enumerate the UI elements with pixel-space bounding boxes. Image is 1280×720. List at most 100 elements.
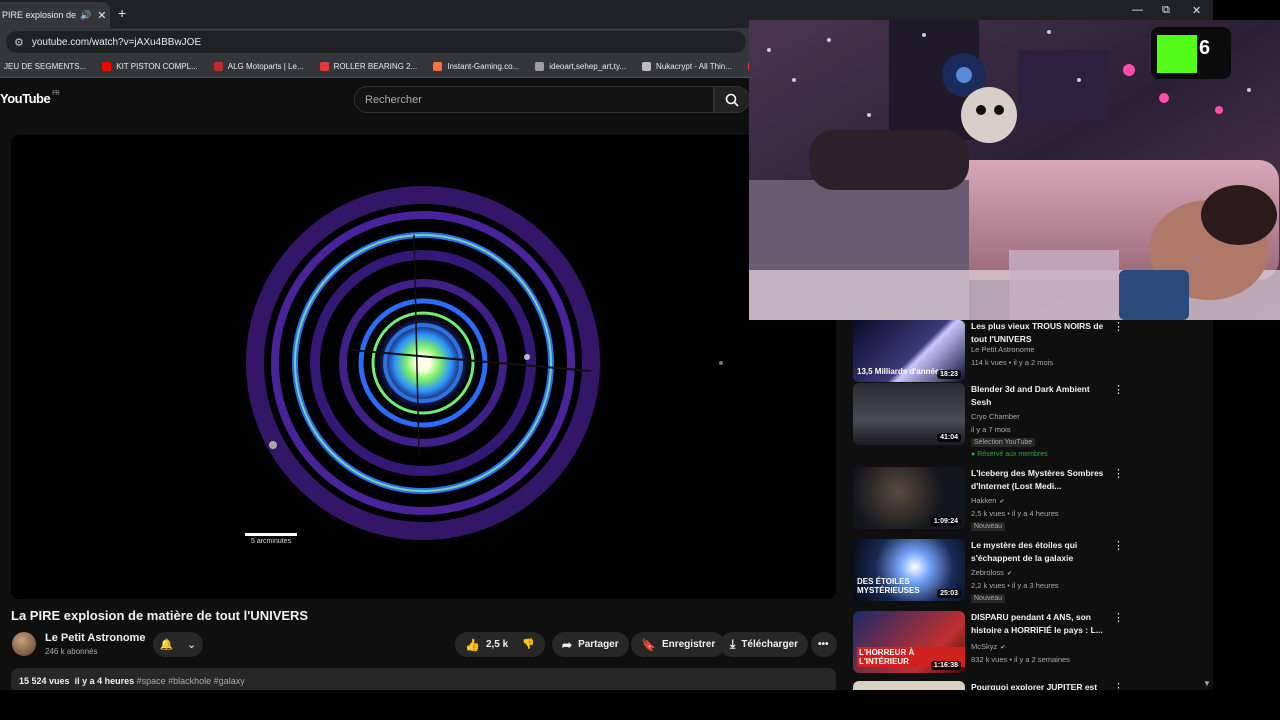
save-button[interactable]: 🔖 Enregistrer <box>631 632 726 657</box>
recommendation-item[interactable]: Pourquoi explorer JUPITER est ⋮ <box>853 681 1133 690</box>
url-text: youtube.com/watch?v=jAXu4BBwJOE <box>31 36 202 48</box>
more-vert-icon[interactable]: ⋮ <box>1113 681 1124 690</box>
bookmark-item[interactable]: ROLLER BEARING 2... <box>319 62 418 71</box>
share-icon: ➦ <box>562 637 573 652</box>
bookmark-item[interactable]: Instant-Gaming.co... <box>433 62 519 71</box>
bookmark-label: Instant-Gaming.co... <box>447 62 520 71</box>
download-button[interactable]: ⤓ Télécharger <box>720 632 809 657</box>
thumbs-down-icon[interactable]: 👎 <box>522 639 534 650</box>
favicon-icon <box>642 62 652 71</box>
recommendation-meta: 832 k vues • il y a 2 semaines <box>971 655 1070 664</box>
recommendation-title[interactable]: Blender 3d and Dark Ambient Sesh <box>971 383 1111 409</box>
channel-name[interactable]: Le Petit Astronome <box>45 632 145 644</box>
search-input[interactable]: Rechercher <box>354 86 714 113</box>
favicon-icon <box>102 62 112 71</box>
site-settings-icon[interactable]: ⚙ <box>14 36 24 49</box>
video-thumbnail[interactable]: DES ÉTOILES MYSTÉRIEUSES 25:03 <box>853 539 965 601</box>
search-button[interactable] <box>714 86 750 113</box>
recommendation-meta: 2,5 k vues • il y a 4 heures <box>971 509 1059 518</box>
bookmark-item[interactable]: ideoart,sehep_art,ty... <box>535 62 626 71</box>
video-thumbnail[interactable]: L'HORREUR À L'INTÉRIEUR 1:16:38 <box>853 611 965 673</box>
hashtags[interactable]: #space #blackhole #galaxy <box>137 676 245 686</box>
tab-title: PIRE explosion de ma <box>2 10 77 20</box>
status-badge: Nouveau <box>971 594 1006 603</box>
recommendation-item[interactable]: L'HORREUR À L'INTÉRIEUR 1:16:38 DISPARU … <box>853 611 1133 673</box>
like-button[interactable]: 👍 2,5 k 👎 <box>455 632 545 657</box>
close-window-button[interactable]: ✕ <box>1192 4 1201 17</box>
scale-bar <box>245 533 297 536</box>
recommendation-item[interactable]: 1:09:24 L'Iceberg des Mystères Sombres d… <box>853 467 1133 531</box>
favicon-icon <box>213 62 223 71</box>
download-icon: ⤓ <box>730 637 736 651</box>
recommendation-item[interactable]: 13,5 Milliards d'années 18:23 Les plus v… <box>853 320 1133 382</box>
new-tab-button[interactable]: + <box>118 5 126 21</box>
channel-avatar[interactable] <box>12 632 36 656</box>
duration-badge: 1:16:38 <box>930 661 961 670</box>
bell-icon: 🔔 <box>159 639 174 651</box>
more-vert-icon[interactable]: ⋮ <box>1113 383 1124 396</box>
share-button[interactable]: ➦ Partager <box>552 632 629 657</box>
kick-logo-icon <box>1157 35 1197 73</box>
bookmark-label: ALG Motoparts | Le... <box>227 62 304 71</box>
bookmark-label: ROLLER BEARING 2... <box>333 62 418 71</box>
favicon-icon <box>535 62 545 71</box>
save-label: Enregistrer <box>661 639 716 650</box>
chevron-down-icon: ⌄ <box>187 639 197 651</box>
bookmark-label: Nukacrypt - All Thin... <box>656 62 732 71</box>
bookmark-item[interactable]: ALG Motoparts | Le... <box>213 62 304 71</box>
recommendation-channel[interactable]: Le Petit Astronome <box>971 345 1034 354</box>
more-vert-icon[interactable]: ⋮ <box>1113 539 1124 552</box>
recommendation-title[interactable]: Le mystère des étoiles qui s'échappent d… <box>971 539 1111 565</box>
favicon-icon <box>319 62 329 71</box>
video-thumbnail[interactable]: 1:09:24 <box>853 467 965 529</box>
description-box[interactable]: 15 524 vues il y a 4 heures #space #blac… <box>11 668 836 690</box>
more-vert-icon[interactable]: ⋮ <box>1113 467 1124 480</box>
duration-badge: 1:09:24 <box>930 517 961 526</box>
notification-bell-button[interactable]: 🔔 ⌄ <box>153 632 203 657</box>
more-vert-icon[interactable]: ⋮ <box>1113 611 1124 624</box>
video-player[interactable] <box>11 135 836 599</box>
tab-active[interactable]: PIRE explosion de ma 🔊 ✕ <box>0 2 110 28</box>
video-thumbnail[interactable]: 41:04 <box>853 383 965 445</box>
share-label: Partager <box>578 639 619 650</box>
scale-label: 5 arcminutes <box>251 538 292 545</box>
channel-text: McSkyz <box>971 642 998 651</box>
more-actions-button[interactable]: ••• <box>811 632 837 657</box>
channel-text: Zebroloss <box>971 568 1004 577</box>
bookmark-label: ideoart,sehep_art,ty... <box>549 62 627 71</box>
video-thumbnail[interactable] <box>853 681 965 690</box>
more-vert-icon[interactable]: ⋮ <box>1113 320 1124 333</box>
scroll-down-icon[interactable]: ▼ <box>1203 679 1211 688</box>
recommendation-item[interactable]: 41:04 Blender 3d and Dark Ambient Sesh C… <box>853 383 1133 461</box>
bookmark-icon: 🔖 <box>641 637 656 652</box>
recommendation-meta: il y a 7 mois <box>971 425 1011 434</box>
bookmark-item[interactable]: Nukacrypt - All Thin... <box>642 62 732 71</box>
verified-icon: ✔ <box>999 499 1005 505</box>
address-bar[interactable]: ⚙ youtube.com/watch?v=jAXu4BBwJOE <box>6 31 746 53</box>
recommendation-channel[interactable]: Zebroloss ✔ <box>971 568 1012 577</box>
minimize-button[interactable]: — <box>1132 4 1143 16</box>
video-thumbnail[interactable]: 13,5 Milliards d'années 18:23 <box>853 320 965 382</box>
status-badge: Nouveau <box>971 522 1006 531</box>
bookmark-item[interactable]: KIT PISTON COMPL... <box>102 62 198 71</box>
youtube-logo[interactable]: YouTube FR <box>0 91 60 106</box>
speaker-icon[interactable]: 🔊 <box>80 10 91 21</box>
members-text: Réservé aux membres <box>977 451 1048 458</box>
members-only-label: ● Réservé aux membres <box>971 451 1048 458</box>
recommendation-title[interactable]: DISPARU pendant 4 ANS, son histoire a HO… <box>971 611 1111 637</box>
recommendation-channel[interactable]: Hakken ✔ <box>971 496 1004 505</box>
bookmark-item[interactable]: JEU DE SEGMENTS... <box>0 62 86 71</box>
view-count: 15 524 vues <box>19 676 70 686</box>
video-title: La PIRE explosion de matière de tout l'U… <box>11 608 309 623</box>
maximize-button[interactable]: ⧉ <box>1162 4 1170 17</box>
more-icon: ••• <box>818 639 829 650</box>
close-icon[interactable]: ✕ <box>97 9 106 22</box>
recommendation-channel[interactable]: McSkyz ✔ <box>971 642 1005 651</box>
recommendation-title[interactable]: Les plus vieux TROUS NOIRS de tout l'UNI… <box>971 320 1111 346</box>
recommendation-title[interactable]: L'Iceberg des Mystères Sombres d'Interne… <box>971 467 1111 493</box>
favicon-icon <box>433 62 443 71</box>
recommendation-title[interactable]: Pourquoi explorer JUPITER est <box>971 681 1111 690</box>
recommendation-channel[interactable]: Cryo Chamber <box>971 412 1020 421</box>
recommendation-item[interactable]: DES ÉTOILES MYSTÉRIEUSES 25:03 Le mystèr… <box>853 539 1133 603</box>
bookmark-label: KIT PISTON COMPL... <box>116 62 198 71</box>
